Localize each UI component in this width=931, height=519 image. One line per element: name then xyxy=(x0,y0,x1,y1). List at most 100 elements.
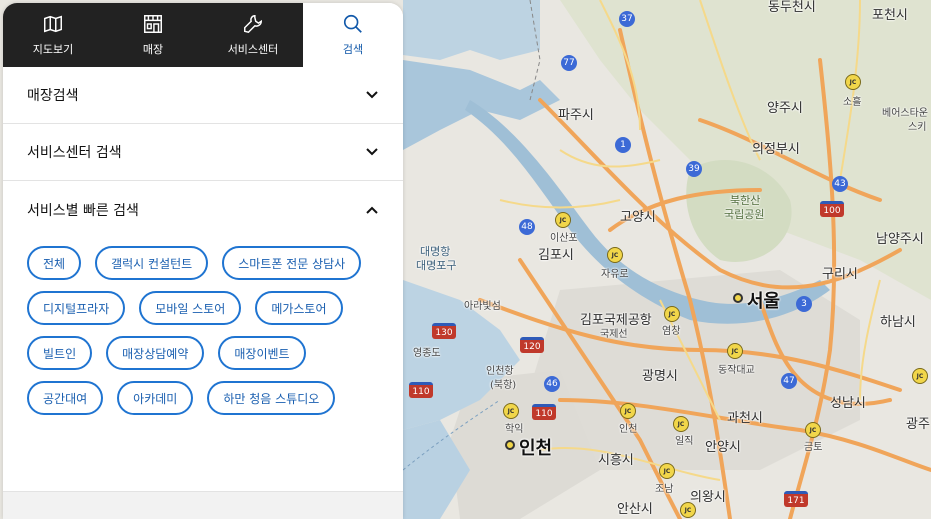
highway-shield: 120 xyxy=(520,337,544,353)
map-label-soheul: 소흘 xyxy=(843,97,862,108)
route-shield: 37 xyxy=(619,11,635,27)
map-label-incheon-jc: 인천 xyxy=(619,424,638,435)
highway-shield: 110 xyxy=(409,382,433,398)
tab-store-label: 매장 xyxy=(142,43,164,56)
map-label-namyangju: 남양주시 xyxy=(876,232,924,247)
map-label-hakik: 학익 xyxy=(505,424,524,435)
jc-marker: JC xyxy=(845,74,861,90)
chip-digital-plaza[interactable]: 디지털프라자 xyxy=(27,291,126,325)
chip-smartphone-counselor[interactable]: 스마트폰 전문 상담사 xyxy=(222,246,362,280)
seoul-city-dot xyxy=(733,293,743,303)
chip-built-in[interactable]: 빌트인 xyxy=(27,336,93,370)
map-label-bukhansan-park: 국립공원 xyxy=(724,208,765,221)
map-label-uijeongbu: 의정부시 xyxy=(752,142,800,157)
map-label-gwacheon: 과천시 xyxy=(727,411,763,426)
jc-marker: JC xyxy=(620,403,636,419)
jc-marker: JC xyxy=(805,422,821,438)
tab-map-view-label: 지도보기 xyxy=(32,43,74,56)
chip-all[interactable]: 전체 xyxy=(27,246,82,280)
map-icon xyxy=(44,15,62,33)
map-label-yangju: 양주시 xyxy=(767,101,803,116)
map-label-uiwang: 의왕시 xyxy=(690,490,726,505)
panel-footer xyxy=(3,491,403,519)
chevron-down-icon xyxy=(366,148,378,156)
highway-shield: 130 xyxy=(432,323,456,339)
chip-store-event[interactable]: 매장이벤트 xyxy=(218,336,306,370)
jc-marker: JC xyxy=(659,463,675,479)
search-panel: 지도보기 매장 서비스센터 검색 매장검색 서비스센터 검색 서비스별 빠른 검… xyxy=(3,3,403,519)
route-shield: 48 xyxy=(519,219,535,235)
map-label-anyang: 안양시 xyxy=(705,440,741,455)
jc-marker: JC xyxy=(673,416,689,432)
route-shield: 3 xyxy=(796,296,812,312)
tab-search[interactable]: 검색 xyxy=(303,3,403,67)
chevron-down-icon xyxy=(366,91,378,99)
route-shield: 77 xyxy=(561,55,577,71)
map-label-incheonport: 인천항 xyxy=(486,366,514,377)
route-shield: 46 xyxy=(544,376,560,392)
map-label-siheung: 시흥시 xyxy=(598,453,634,468)
chip-galaxy-consultant[interactable]: 갤럭시 컨설턴트 xyxy=(95,246,209,280)
service-filter-chips: 전체 갤럭시 컨설턴트 스마트폰 전문 상담사 디지털프라자 모바일 스토어 메… xyxy=(3,238,403,415)
incheon-city-dot xyxy=(505,440,515,450)
map-label-gwangmyeong: 광명시 xyxy=(642,369,678,384)
map-label-isanpo: 이산포 xyxy=(550,233,578,244)
chip-mobile-store[interactable]: 모바일 스토어 xyxy=(139,291,242,325)
service-center-search-title: 서비스센터 검색 xyxy=(27,145,122,161)
tab-service-center-label: 서비스센터 xyxy=(227,43,279,56)
map-label-gwangju: 광주 xyxy=(906,417,930,432)
map-label-pocheon: 포천시 xyxy=(872,8,908,23)
map-label-yeongjong: 영종도 xyxy=(413,348,441,359)
chip-space-rental[interactable]: 공간대여 xyxy=(27,381,104,415)
map-label-hanam: 하남시 xyxy=(880,315,916,330)
route-shield: 47 xyxy=(781,373,797,389)
jc-marker: JC xyxy=(727,343,743,359)
chip-academy[interactable]: 아카데미 xyxy=(117,381,194,415)
highway-shield: 171 xyxy=(784,491,808,507)
map-label-guri: 구리시 xyxy=(822,267,858,282)
chevron-up-icon xyxy=(366,206,378,214)
chip-store-consult-reservation[interactable]: 매장상담예약 xyxy=(106,336,205,370)
quick-service-search-accordion[interactable]: 서비스별 빠른 검색 xyxy=(3,181,403,238)
map-label-goyang: 고양시 xyxy=(620,210,656,225)
route-shield: 1 xyxy=(615,137,631,153)
route-shield: 43 xyxy=(832,176,848,192)
tab-map-view[interactable]: 지도보기 xyxy=(3,3,103,67)
search-icon xyxy=(343,14,362,33)
map-label-ilji: 일직 xyxy=(675,436,694,447)
top-navigation: 지도보기 매장 서비스센터 검색 xyxy=(3,3,403,67)
map-label-incheonport-north: (북항) xyxy=(490,380,517,391)
store-icon xyxy=(144,15,162,33)
jc-marker: JC xyxy=(912,368,928,384)
quick-service-search-title: 서비스별 빠른 검색 xyxy=(27,202,139,219)
map-label-seoul: 서울 xyxy=(747,291,781,312)
map-label-jayuro: 자유로 xyxy=(601,269,629,280)
map-label-dongjak: 동작대교 xyxy=(718,365,755,376)
map-label-incheon: 인천 xyxy=(519,438,553,459)
jc-marker: JC xyxy=(555,212,571,228)
chip-harman-listening-studio[interactable]: 하만 청음 스튜디오 xyxy=(207,381,336,415)
chip-mega-store[interactable]: 메가스토어 xyxy=(255,291,343,325)
wrench-icon xyxy=(244,15,262,34)
jc-marker: JC xyxy=(664,306,680,322)
map-label-airport-intl: 국제선 xyxy=(600,329,628,340)
jc-marker: JC xyxy=(607,247,623,263)
store-search-accordion[interactable]: 매장검색 xyxy=(3,67,403,124)
map-label-bearstown: 베어스타운 xyxy=(882,108,928,119)
map-label-yeomchang: 염창 xyxy=(662,326,681,337)
map-label-ansan: 안산시 xyxy=(617,502,653,517)
service-center-search-accordion[interactable]: 서비스센터 검색 xyxy=(3,124,403,181)
jc-marker: JC xyxy=(680,502,696,518)
highway-shield: 110 xyxy=(532,404,556,420)
map-label-joam: 조남 xyxy=(655,484,674,495)
jc-marker: JC xyxy=(503,403,519,419)
map-label-arabit: 아라빛섬 xyxy=(464,301,501,312)
tab-service-center[interactable]: 서비스센터 xyxy=(203,3,303,67)
store-search-title: 매장검색 xyxy=(27,88,79,104)
tab-search-label: 검색 xyxy=(342,43,364,56)
map-label-dongducheon: 동두천시 xyxy=(768,0,816,15)
map-label-seongnam: 성남시 xyxy=(830,396,866,411)
tab-store[interactable]: 매장 xyxy=(103,3,203,67)
highway-shield: 100 xyxy=(820,201,844,217)
map-label-paju: 파주시 xyxy=(558,108,594,123)
